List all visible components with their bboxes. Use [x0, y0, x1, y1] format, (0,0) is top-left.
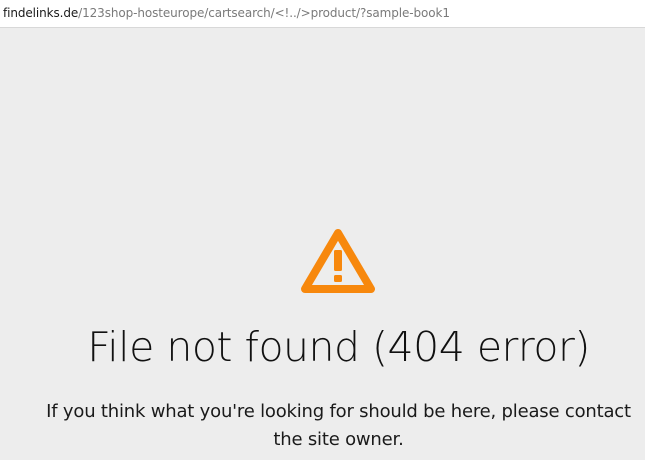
address-bar[interactable]: findelinks.de/123shop-hosteurope/cartsea… [0, 0, 645, 28]
url-host: findelinks.de [3, 6, 79, 20]
error-title: File not found (404 error) [87, 323, 590, 371]
error-message: If you think what you're looking for sho… [46, 401, 631, 450]
url-text[interactable]: findelinks.de/123shop-hosteurope/cartsea… [3, 5, 450, 21]
url-path: /123shop-hosteurope/cartsearch/<!../>pro… [78, 6, 450, 20]
warning-icon [300, 227, 376, 295]
